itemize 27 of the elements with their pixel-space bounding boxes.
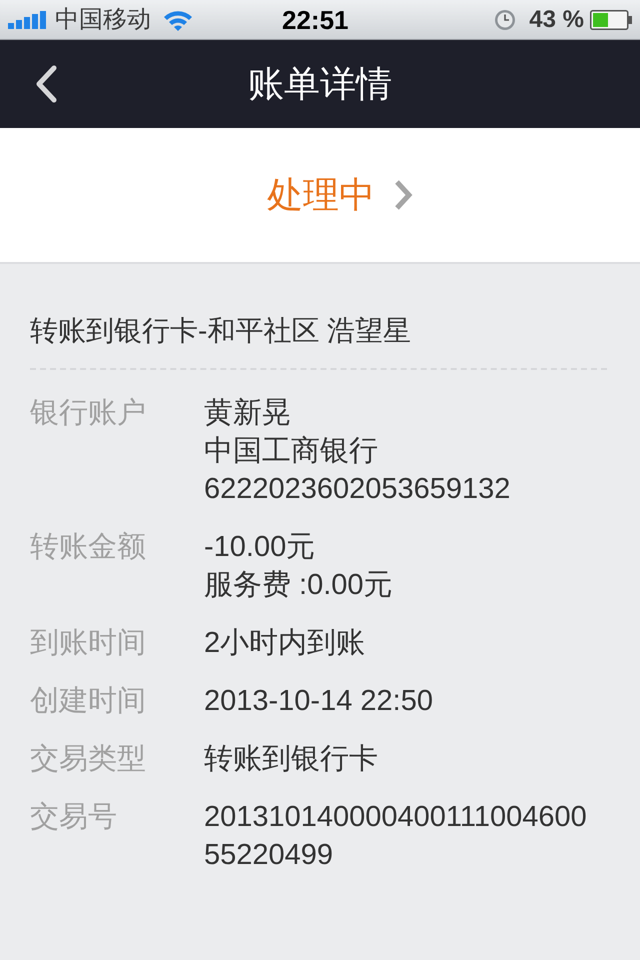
- detail-label: 交易类型: [30, 742, 147, 777]
- status-link[interactable]: 处理中: [267, 173, 413, 217]
- detail-label: 到账时间: [30, 626, 147, 661]
- detail-value: 6222023602053659132: [204, 472, 512, 507]
- detail-value: -10.00元: [204, 530, 316, 565]
- detail-value: 2013-10-14 22:50: [204, 684, 434, 719]
- detail-label: 交易号: [30, 800, 118, 835]
- chevron-right-icon: [393, 179, 413, 211]
- battery-percent: 43 %: [529, 8, 584, 32]
- detail-label: 银行账户: [30, 396, 147, 431]
- detail-value: 转账到银行卡: [204, 742, 379, 777]
- signal-strength-icon: [8, 10, 46, 28]
- carrier-name: 中国移动: [55, 8, 151, 32]
- clock-icon: [495, 10, 516, 30]
- wifi-icon: [163, 8, 193, 30]
- back-chevron-icon: [34, 65, 58, 103]
- detail-label: 创建时间: [30, 684, 147, 719]
- detail-value: 黄新晃: [204, 396, 292, 431]
- detail-value: 服务费 :0.00元: [204, 568, 394, 603]
- detail-value: 中国工商银行: [204, 434, 379, 469]
- detail-value: 2小时内到账: [204, 626, 366, 661]
- battery-icon: [590, 10, 632, 30]
- status-time: 22:51: [282, 6, 348, 34]
- detail-value: 20131014000040011100460055220499: [204, 800, 588, 873]
- transaction-title: 转账到银行卡-和平社区 浩望星: [30, 314, 412, 348]
- page-title: 账单详情: [248, 62, 392, 106]
- detail-label: 转账金额: [30, 530, 147, 565]
